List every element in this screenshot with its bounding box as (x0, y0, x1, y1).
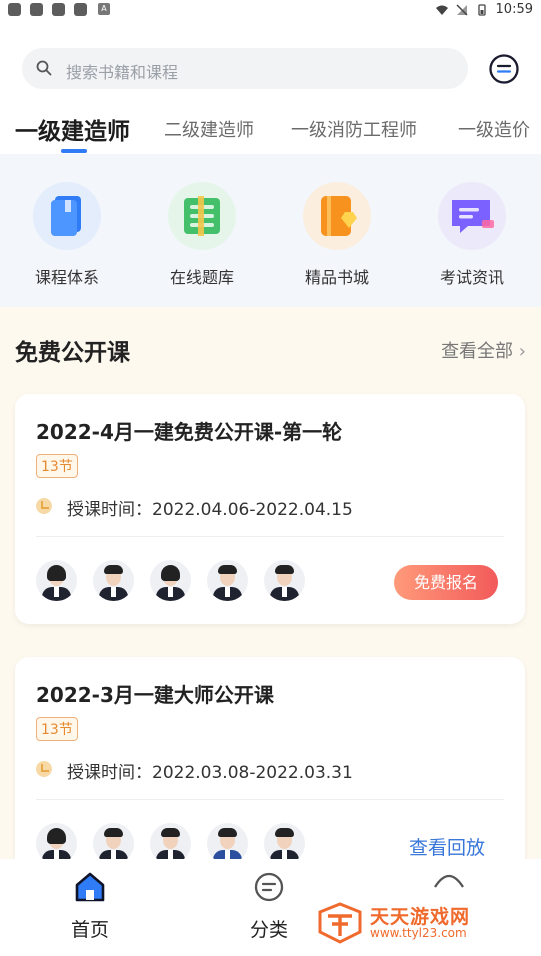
divider (36, 799, 504, 800)
course-card[interactable]: 2022-3月一建大师公开课 13节 授课时间：2022.03.08-2022.… (15, 657, 525, 887)
bookstore-icon (303, 182, 371, 250)
teacher-avatars (36, 823, 305, 864)
view-all-label: 查看全部 (441, 341, 514, 362)
notification-letter-icon: A (98, 3, 110, 15)
message-icon[interactable] (487, 52, 521, 86)
avatar (93, 823, 134, 864)
search-input[interactable]: 搜索书籍和课程 (22, 48, 468, 89)
course-card[interactable]: 2022-4月一建免费公开课-第一轮 13节 授课时间：2022.04.06-2… (15, 394, 525, 624)
notification-icon (52, 3, 65, 16)
free-course-section: 免费公开课 查看全部 › 2022-4月一建免费公开课-第一轮 13节 授课时间… (0, 307, 541, 887)
active-tab-indicator (61, 149, 87, 153)
question-bank-icon (168, 182, 236, 250)
notification-icon (74, 3, 87, 16)
watermark-url: www.ttyl23.com (370, 926, 467, 940)
clock-icon (36, 761, 52, 777)
search-placeholder: 搜索书籍和课程 (66, 63, 179, 82)
entry-course-system[interactable]: 课程体系 (17, 182, 117, 288)
avatar (150, 823, 191, 864)
course-title: 2022-3月一建大师公开课 (36, 683, 274, 707)
tab-erjian[interactable]: 二级建造师 (164, 116, 254, 142)
quick-entry-row: 课程体系 在线题库 精品书城 考试资讯 (0, 154, 541, 307)
tabbar-home[interactable]: 首页 (50, 871, 130, 942)
chevron-right-icon: › (518, 341, 526, 362)
book-icon (33, 182, 101, 250)
battery-icon (477, 3, 486, 16)
watermark-logo-icon (318, 902, 362, 944)
avatar (207, 823, 248, 864)
avatar (264, 560, 305, 601)
header: 搜索书籍和课程 一级建造师 二级建造师 一级消防工程师 一级造价 (0, 22, 541, 154)
avatar (36, 823, 77, 864)
tabbar-label: 首页 (70, 919, 109, 941)
watermark-name: 天天游戏网 (370, 906, 471, 928)
notification-icon (8, 3, 21, 16)
view-replay-link[interactable]: 查看回放 (409, 833, 485, 860)
entry-bookstore[interactable]: 精品书城 (287, 182, 387, 288)
course-title: 2022-4月一建免费公开课-第一轮 (36, 420, 343, 444)
wifi-icon (435, 5, 448, 15)
teacher-avatars (36, 560, 305, 601)
course-time: 授课时间：2022.03.08-2022.03.31 (67, 763, 353, 783)
view-all-link[interactable]: 查看全部 › (441, 337, 526, 363)
category-icon (254, 872, 284, 902)
avatar (264, 823, 305, 864)
tab-zaojia[interactable]: 一级造价 (458, 116, 530, 142)
entry-label: 在线题库 (169, 268, 234, 287)
entry-exam-news[interactable]: 考试资讯 (422, 182, 522, 288)
exam-category-tabs: 一级建造师 二级建造师 一级消防工程师 一级造价 (0, 112, 541, 153)
tab-yijian[interactable]: 一级建造师 (15, 112, 130, 146)
lesson-count-badge: 13节 (36, 454, 78, 478)
avatar (36, 560, 77, 601)
lesson-count-badge: 13节 (36, 717, 78, 741)
notification-icon (30, 3, 43, 16)
entry-label: 考试资讯 (439, 268, 504, 287)
signal-icon (456, 3, 468, 16)
profile-icon[interactable] (432, 869, 466, 889)
tabbar-category[interactable]: 分类 (229, 871, 309, 942)
avatar (207, 560, 248, 601)
entry-label: 课程体系 (34, 268, 99, 287)
home-icon (75, 872, 105, 902)
search-icon (36, 60, 52, 76)
divider (36, 536, 504, 537)
section-title: 免费公开课 (15, 340, 130, 366)
course-time: 授课时间：2022.04.06-2022.04.15 (67, 500, 353, 520)
entry-label: 精品书城 (304, 268, 369, 287)
tabbar-label: 分类 (249, 919, 288, 941)
entry-question-bank[interactable]: 在线题库 (152, 182, 252, 288)
status-bar: A 10:59 (0, 0, 541, 22)
news-icon (438, 182, 506, 250)
clock-icon (36, 498, 52, 514)
free-enroll-button[interactable]: 免费报名 (394, 565, 498, 600)
clock-time: 10:59 (495, 2, 533, 17)
avatar (150, 560, 191, 601)
avatar (93, 560, 134, 601)
tab-xiaofang[interactable]: 一级消防工程师 (291, 116, 417, 142)
watermark: 天天游戏网 www.ttyl23.com (318, 900, 523, 944)
